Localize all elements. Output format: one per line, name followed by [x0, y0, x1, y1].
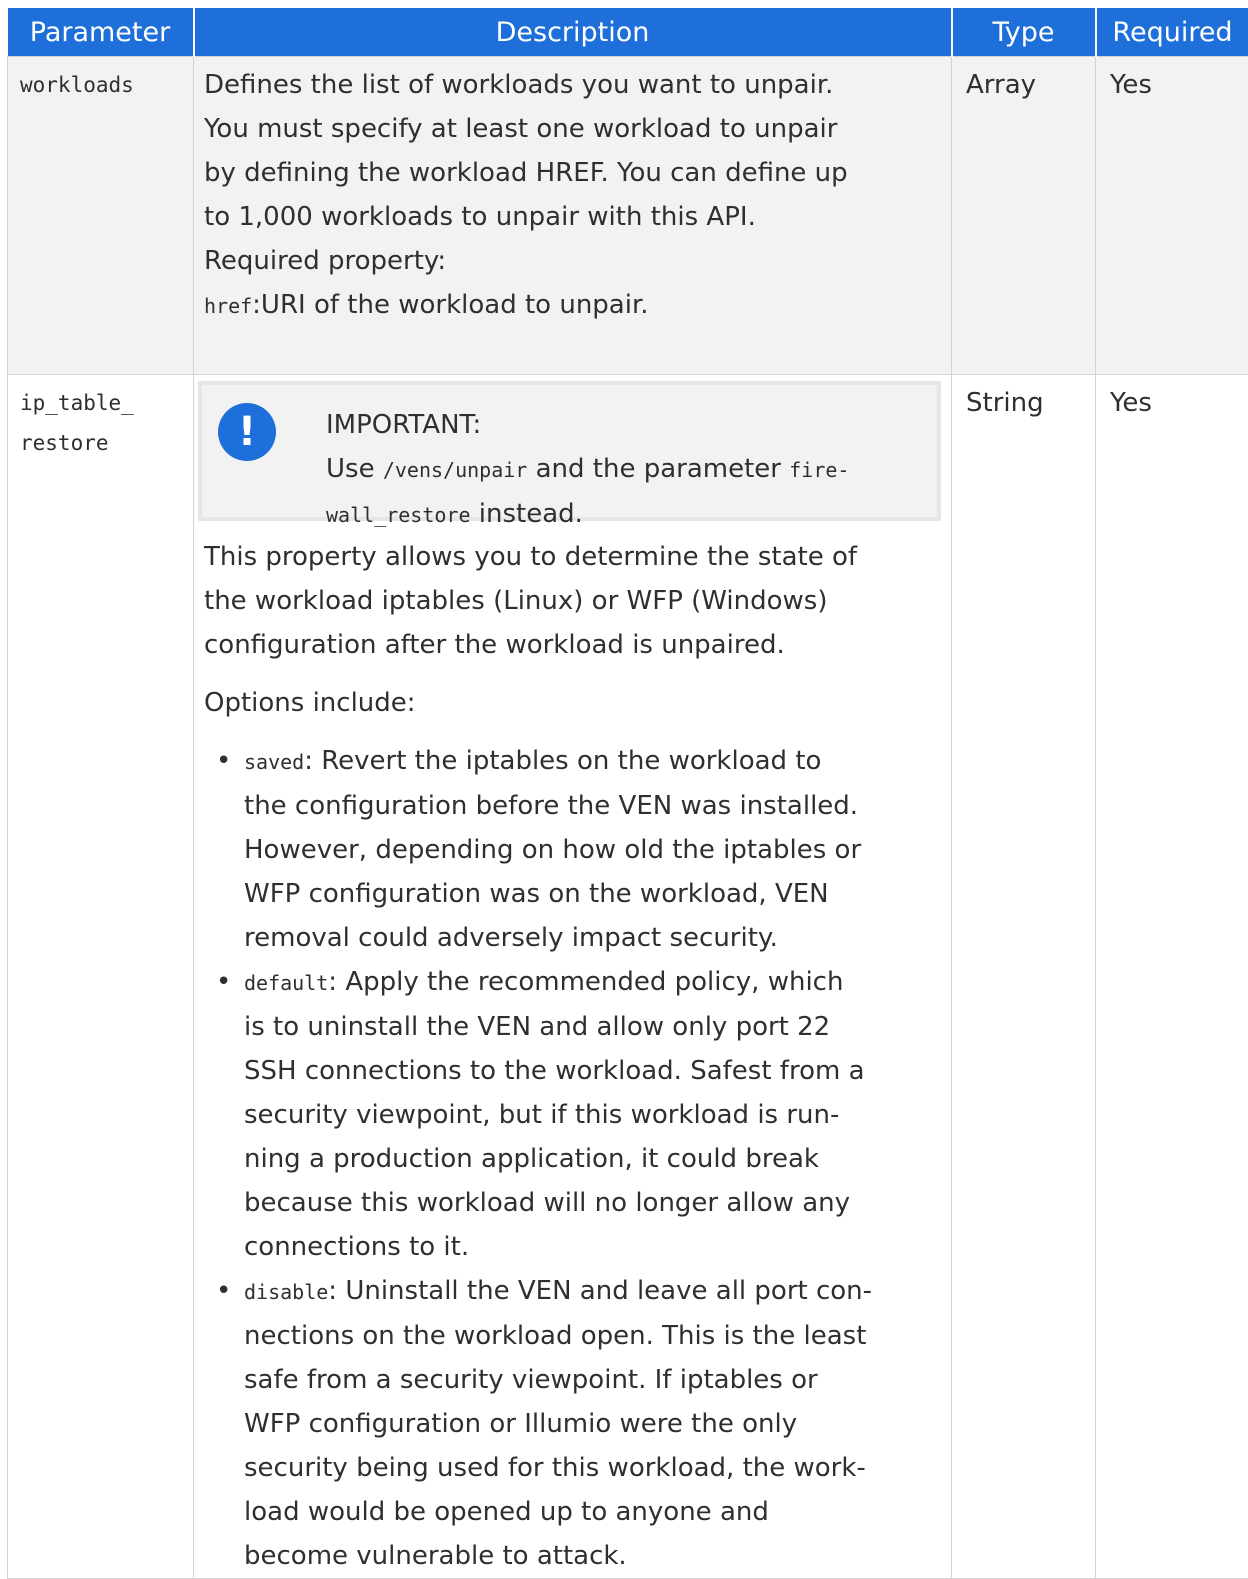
exclamation-icon: !: [218, 403, 276, 461]
param-required: Yes: [1096, 375, 1248, 1579]
note-text: wall_restore instead.: [326, 492, 849, 537]
href-code: href: [204, 294, 252, 318]
description-line: to 1,000 workloads to unpair with this A…: [204, 195, 941, 239]
param-type: String: [952, 375, 1096, 1579]
header-type: Type: [952, 8, 1096, 57]
intro-paragraph: This property allows you to determine th…: [204, 535, 941, 667]
table-row: ip_table_ restore ! IMPORTANT: Use /vens…: [8, 375, 1248, 1579]
href-text: :URI of the workload to unpair.: [252, 290, 648, 320]
note-code: /vens/unpair: [383, 458, 528, 482]
header-required: Required: [1096, 8, 1248, 57]
note-title: IMPORTANT:: [326, 403, 849, 447]
note-code: fire-: [789, 458, 849, 482]
important-note: ! IMPORTANT: Use /vens/unpair and the pa…: [198, 381, 941, 521]
list-item: saved: Revert the iptables on the worklo…: [244, 739, 941, 960]
param-name: workloads: [8, 57, 194, 375]
param-description: Defines the list of workloads you want t…: [194, 57, 952, 375]
table-row: workloads Defines the list of workloads …: [8, 57, 1248, 375]
href-line: href:URI of the workload to unpair.: [204, 283, 941, 328]
param-name-line: ip_table_: [20, 383, 193, 423]
param-name-line: restore: [20, 423, 193, 463]
param-type: Array: [952, 57, 1096, 375]
list-item: default: Apply the recommended policy, w…: [244, 960, 941, 1269]
note-text: Use /vens/unpair and the parameter fire-: [326, 447, 849, 492]
note-code: wall_restore: [326, 503, 471, 527]
option-code: disable: [244, 1280, 328, 1304]
header-parameter: Parameter: [8, 8, 194, 57]
param-description: ! IMPORTANT: Use /vens/unpair and the pa…: [194, 375, 952, 1579]
option-code: default: [244, 971, 328, 995]
parameters-table: Parameter Description Type Required work…: [7, 8, 1248, 1579]
param-name: ip_table_ restore: [8, 375, 194, 1579]
param-required: Yes: [1096, 57, 1248, 375]
description-line: Required property:: [204, 239, 941, 283]
description-line: You must specify at least one workload t…: [204, 107, 941, 151]
description-line: Defines the list of workloads you want t…: [204, 63, 941, 107]
options-label: Options include:: [204, 681, 941, 725]
table-header-row: Parameter Description Type Required: [8, 8, 1248, 57]
description-line: by defining the workload HREF. You can d…: [204, 151, 941, 195]
header-description: Description: [194, 8, 952, 57]
option-code: saved: [244, 750, 304, 774]
list-item: disable: Uninstall the VEN and leave all…: [244, 1269, 941, 1578]
options-list: saved: Revert the iptables on the worklo…: [204, 739, 941, 1578]
